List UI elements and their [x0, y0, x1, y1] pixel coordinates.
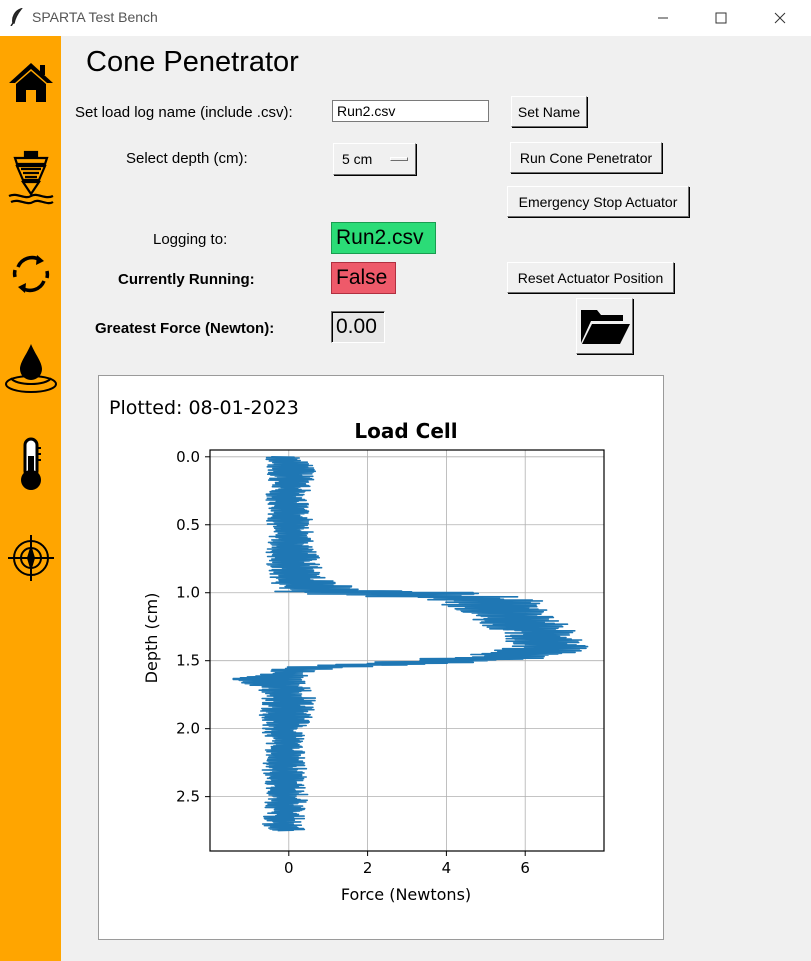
cycle-arrows-icon — [12, 255, 49, 293]
close-button[interactable] — [757, 0, 803, 36]
y-tick-label: 0.5 — [176, 516, 200, 534]
y-tick-label: 1.5 — [176, 652, 200, 670]
greatest-force-value: 0.00 — [331, 311, 385, 343]
x-tick-label: 4 — [442, 859, 452, 877]
sidebar-item-cycle[interactable] — [0, 242, 61, 306]
log-name-input[interactable] — [332, 100, 489, 122]
sidebar-item-water[interactable] — [0, 336, 61, 400]
title-bar: SPARTA Test Bench — [0, 0, 811, 36]
reset-actuator-button[interactable]: Reset Actuator Position — [507, 262, 674, 293]
series-group — [232, 456, 589, 832]
x-tick-label: 2 — [363, 859, 373, 877]
open-folder-button[interactable] — [576, 298, 633, 354]
close-icon — [774, 12, 786, 24]
x-tick-label: 0 — [284, 859, 294, 877]
sidebar — [0, 36, 61, 961]
depth-select[interactable]: 5 cm — [333, 143, 416, 175]
chart-title: Load Cell — [354, 419, 457, 443]
thermometer-icon — [20, 437, 41, 490]
axis-ticks: 0 2 4 6 0.0 0.5 1.0 1.5 2.0 2.5 — [176, 448, 530, 877]
run-cone-penetrator-button[interactable]: Run Cone Penetrator — [510, 142, 662, 173]
minimize-button[interactable] — [640, 0, 686, 36]
y-axis-label: Depth (cm) — [142, 593, 161, 684]
maximize-button[interactable] — [698, 0, 744, 36]
open-folder-icon — [580, 310, 630, 344]
option-menu-indicator-icon — [390, 157, 408, 161]
currently-running-label: Currently Running: — [118, 271, 255, 288]
feather-icon — [10, 7, 24, 31]
plot-frame: Plotted: 08-01-2023 Load Cell Force (New… — [98, 375, 664, 940]
greatest-force-label: Greatest Force (Newton): — [95, 320, 275, 337]
logging-to-label: Logging to: — [153, 231, 228, 248]
minimize-icon — [658, 17, 668, 19]
plot-timestamp: Plotted: 08-01-2023 — [109, 397, 299, 419]
window-title: SPARTA Test Bench — [32, 9, 158, 25]
x-axis-label: Force (Newtons) — [341, 885, 471, 904]
y-tick-label: 2.0 — [176, 720, 200, 738]
home-icon — [8, 63, 53, 102]
set-name-button[interactable]: Set Name — [511, 96, 587, 127]
sidebar-item-temperature[interactable] — [0, 432, 61, 496]
maximize-icon — [715, 12, 727, 24]
emergency-stop-button[interactable]: Emergency Stop Actuator — [507, 186, 689, 217]
y-tick-label: 2.5 — [176, 788, 200, 806]
sidebar-item-compass[interactable] — [0, 526, 61, 590]
x-tick-label: 6 — [520, 859, 530, 877]
water-drop-icon — [4, 344, 57, 393]
depth-select-value: 5 cm — [342, 151, 373, 167]
sidebar-item-cone-penetrator[interactable] — [0, 146, 61, 210]
log-name-label: Set load log name (include .csv): — [75, 104, 293, 121]
y-tick-label: 0.0 — [176, 448, 200, 466]
sidebar-item-home[interactable] — [0, 51, 61, 115]
compass-target-icon — [7, 535, 54, 581]
page-title: Cone Penetrator — [86, 46, 299, 78]
load-cell-chart: Plotted: 08-01-2023 Load Cell Force (New… — [109, 397, 605, 904]
y-tick-label: 1.0 — [176, 584, 200, 602]
load-cell-series-line — [232, 456, 589, 832]
currently-running-value: False — [331, 262, 396, 294]
cone-penetrator-icon — [8, 150, 54, 205]
logging-to-value: Run2.csv — [331, 222, 436, 254]
depth-label: Select depth (cm): — [126, 150, 248, 167]
